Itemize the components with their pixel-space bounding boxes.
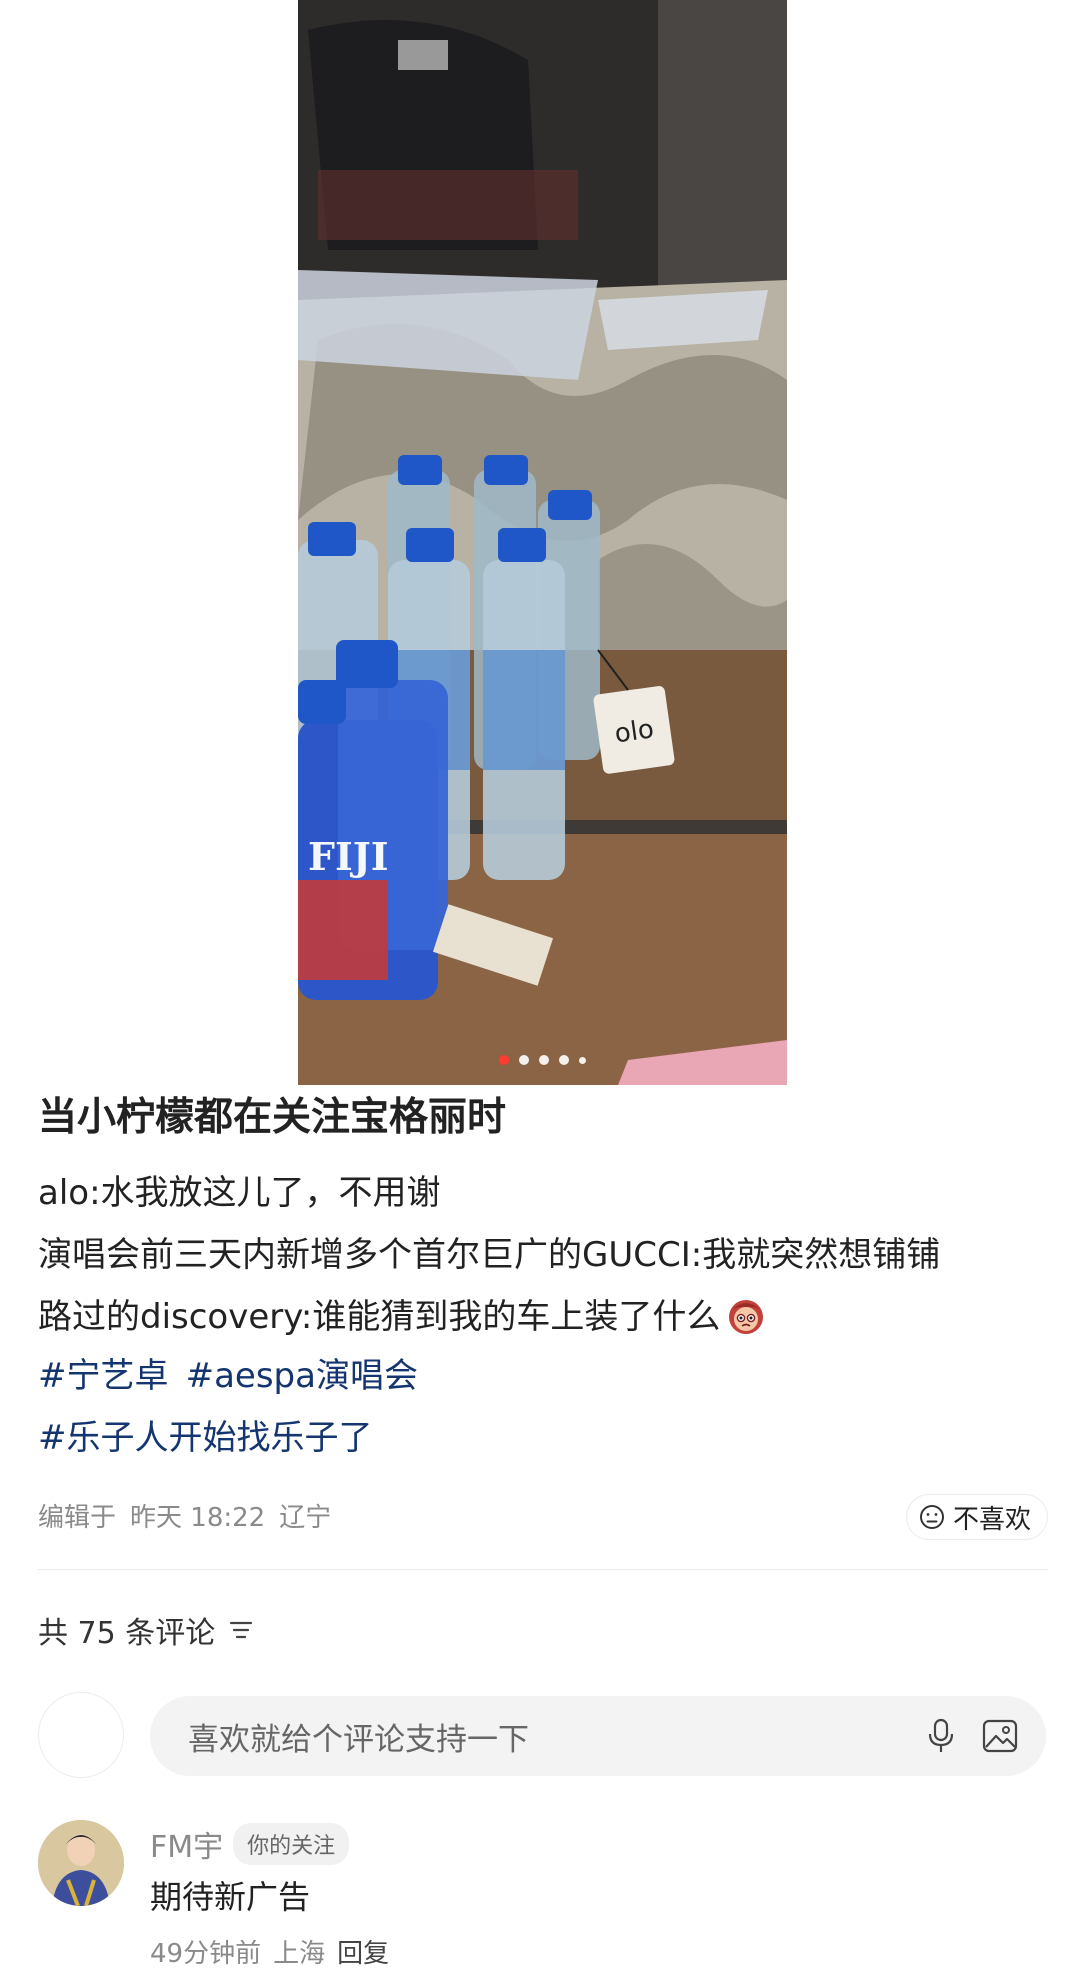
- dislike-label: 不喜欢: [952, 1504, 1031, 1535]
- sort-lines-icon[interactable]: [229, 1619, 253, 1641]
- comment-location: 上海: [273, 1939, 326, 1969]
- comment-count-sort[interactable]: 共 75 条评论: [38, 1608, 253, 1652]
- fiji-label: FIJI: [308, 834, 389, 879]
- commenter-header: FM宇 你的关注: [150, 1822, 350, 1866]
- edited-label: 编辑于: [38, 1503, 117, 1533]
- comment-time: 49分钟前: [150, 1939, 262, 1969]
- post-tags: #宁艺卓 #aespa演唱会 #乐子人开始找乐子了: [38, 1345, 430, 1469]
- post-time: 昨天 18:22: [130, 1503, 266, 1533]
- pager-dot[interactable]: [539, 1055, 549, 1065]
- post-line-text: 路过的discovery:谁能猜到我的车上装了什么: [38, 1297, 721, 1337]
- post-line-with-emoji: 路过的discovery:谁能猜到我的车上装了什么: [38, 1286, 1048, 1348]
- pager-dot-active[interactable]: [499, 1055, 509, 1065]
- divider: [38, 1569, 1048, 1570]
- comment-text[interactable]: 期待新广告: [150, 1872, 310, 1918]
- dislike-button[interactable]: 不喜欢: [905, 1494, 1048, 1540]
- post-meta: 编辑于 昨天 18:22 辽宁: [38, 1497, 331, 1534]
- comment-input[interactable]: 喜欢就给个评论支持一下: [150, 1696, 1046, 1776]
- pager-dot[interactable]: [559, 1055, 569, 1065]
- mic-button[interactable]: [926, 1718, 956, 1754]
- pager-dot-more[interactable]: [579, 1056, 586, 1064]
- frown-face-icon: [919, 1505, 944, 1529]
- pager-dot[interactable]: [519, 1055, 529, 1065]
- image-icon[interactable]: [982, 1719, 1018, 1753]
- image-button[interactable]: [982, 1719, 1018, 1753]
- avatar-image: [38, 1820, 124, 1906]
- post-title: 当小柠檬都在关注宝格丽时: [38, 1095, 507, 1140]
- face-emoji-icon: [729, 1300, 764, 1334]
- hashtag-link[interactable]: #乐子人开始找乐子了: [38, 1418, 373, 1458]
- post-location: 辽宁: [279, 1503, 332, 1533]
- comment-meta: 49分钟前 上海 回复: [150, 1933, 389, 1970]
- commenter-name[interactable]: FM宇: [150, 1822, 223, 1866]
- comment-input-placeholder[interactable]: 喜欢就给个评论支持一下: [188, 1714, 900, 1759]
- my-avatar[interactable]: [38, 1692, 124, 1778]
- hashtag-link[interactable]: #宁艺卓: [38, 1356, 169, 1396]
- reply-button[interactable]: 回复: [337, 1933, 389, 1970]
- alo-tag-text: olo: [613, 714, 656, 749]
- microphone-icon[interactable]: [926, 1718, 956, 1754]
- follow-badge: 你的关注: [233, 1823, 350, 1865]
- comment-count: 共 75 条评论: [38, 1616, 216, 1651]
- commenter-avatar[interactable]: [38, 1820, 124, 1906]
- photo-pager[interactable]: [298, 1055, 787, 1065]
- photo-scene: olo FIJI: [298, 0, 787, 1085]
- post-body: alo:水我放这儿了，不用谢 演唱会前三天内新增多个首尔巨广的GUCCI:我就突…: [38, 1162, 1048, 1348]
- post-line: 演唱会前三天内新增多个首尔巨广的GUCCI:我就突然想铺铺: [38, 1235, 941, 1275]
- hashtag-link[interactable]: #aespa演唱会: [186, 1356, 418, 1396]
- post-line: alo:水我放这儿了，不用谢: [38, 1173, 441, 1213]
- post-photo[interactable]: olo FIJI: [298, 0, 787, 1085]
